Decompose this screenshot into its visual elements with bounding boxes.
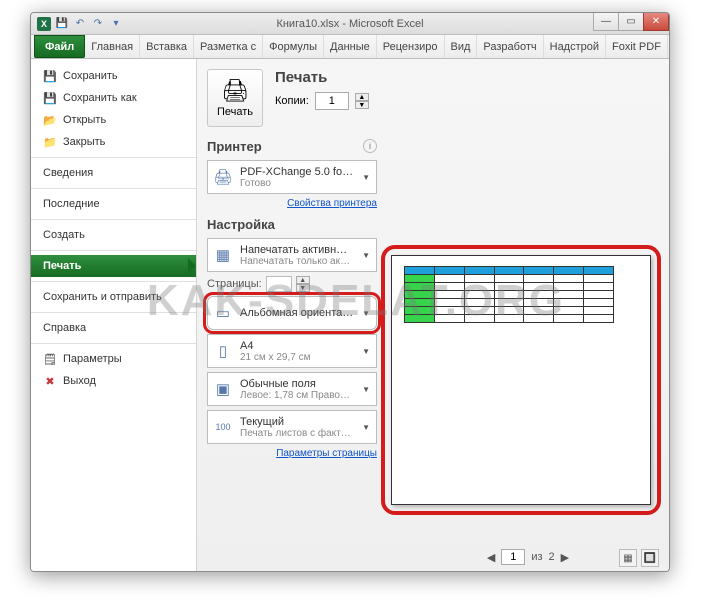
sidebar-options[interactable]: 🗒Параметры (31, 348, 196, 370)
margins-icon: ▣ (212, 378, 234, 400)
tab-data[interactable]: Данные (324, 35, 377, 58)
titlebar: X 💾 ↶ ↷ ▾ Книга10.xlsx - Microsoft Excel… (31, 13, 669, 35)
sheets-icon: ▦ (212, 244, 234, 266)
ribbon-tabs: Файл Главная Вставка Разметка с Формулы … (31, 35, 669, 59)
undo-icon[interactable]: ↶ (73, 17, 87, 31)
page-setup-link[interactable]: Параметры страницы (207, 448, 377, 459)
tab-file[interactable]: Файл (34, 35, 85, 58)
tab-view[interactable]: Вид (445, 35, 478, 58)
paper-size-selector[interactable]: ▯ A421 см x 29,7 см ▼ (207, 334, 377, 368)
options-icon: 🗒 (43, 352, 57, 366)
tab-foxit[interactable]: Foxit PDF (606, 35, 668, 58)
sidebar-close[interactable]: 📁Закрыть (31, 131, 196, 153)
qat-more-icon[interactable]: ▾ (109, 17, 123, 31)
printer-icon: 🖨 (221, 78, 249, 104)
maximize-button[interactable]: ▭ (618, 13, 644, 31)
sidebar-print[interactable]: Печать (31, 255, 196, 277)
sidebar-saveas[interactable]: 💾Сохранить как (31, 87, 196, 109)
tab-formulas[interactable]: Формулы (263, 35, 324, 58)
sidebar-share[interactable]: Сохранить и отправить (31, 286, 196, 308)
save-icon[interactable]: 💾 (55, 17, 69, 31)
page-icon: ▯ (212, 340, 234, 362)
backstage-sidebar: 💾Сохранить 💾Сохранить как 📂Открыть 📁Закр… (31, 59, 197, 571)
sidebar-exit[interactable]: ✖Выход (31, 370, 196, 392)
copies-input[interactable] (315, 92, 349, 110)
save-icon: 💾 (43, 69, 57, 83)
printer-selector[interactable]: 🖨 PDF-XChange 5.0 for ABBYYГотово ▼ (207, 160, 377, 194)
print-button[interactable]: 🖨 Печать (207, 69, 263, 127)
printer-properties-link[interactable]: Свойства принтера (207, 198, 377, 209)
chevron-down-icon: ▼ (360, 173, 372, 182)
close-file-icon: 📁 (43, 135, 57, 149)
open-icon: 📂 (43, 113, 57, 127)
zoom-page-button[interactable]: 🔲 (641, 549, 659, 567)
tab-abbyy[interactable]: ABBYY PDF (668, 35, 670, 58)
printer-small-icon: 🖨 (212, 166, 234, 188)
tab-pagelayout[interactable]: Разметка с (194, 35, 263, 58)
redo-icon[interactable]: ↷ (91, 17, 105, 31)
pager-next[interactable]: ▶ (561, 551, 569, 564)
close-button[interactable]: ✕ (643, 13, 669, 31)
chevron-down-icon: ▼ (360, 347, 372, 356)
tab-review[interactable]: Рецензиро (377, 35, 445, 58)
chevron-down-icon: ▼ (360, 251, 372, 260)
chevron-down-icon: ▼ (360, 385, 372, 394)
scale-icon: 100 (212, 416, 234, 438)
show-margins-button[interactable]: ▦ (619, 549, 637, 567)
settings-heading: Настройка (207, 217, 377, 232)
sidebar-save[interactable]: 💾Сохранить (31, 65, 196, 87)
sidebar-info[interactable]: Сведения (31, 162, 196, 184)
pager-prev[interactable]: ◀ (487, 551, 495, 564)
copies-spinner[interactable]: ▲▼ (355, 93, 369, 109)
sidebar-recent[interactable]: Последние (31, 193, 196, 215)
excel-icon: X (37, 17, 51, 31)
pages-from-input[interactable] (266, 276, 292, 292)
quick-access-toolbar: X 💾 ↶ ↷ ▾ (31, 17, 129, 31)
pager-current[interactable] (501, 549, 525, 565)
orientation-selector[interactable]: ▭ Альбомная ориентация ▼ (207, 296, 377, 330)
save-as-icon: 💾 (43, 91, 57, 105)
preview-page (391, 255, 651, 505)
printer-info-icon[interactable]: i (363, 139, 377, 153)
print-settings-column: 🖨 Печать Печать Копии: ▲▼ i Принте (197, 59, 387, 571)
margins-selector[interactable]: ▣ Обычные поляЛевое: 1,78 см Правое: 1,…… (207, 372, 377, 406)
tab-insert[interactable]: Вставка (140, 35, 194, 58)
print-what-selector[interactable]: ▦ Напечатать активные листыНапечатать то… (207, 238, 377, 272)
scaling-selector[interactable]: 100 ТекущийПечать листов с фактическ… ▼ (207, 410, 377, 444)
pages-label: Страницы: (207, 278, 262, 290)
chevron-down-icon: ▼ (360, 309, 372, 318)
tab-developer[interactable]: Разработч (477, 35, 543, 58)
sidebar-open[interactable]: 📂Открыть (31, 109, 196, 131)
exit-icon: ✖ (43, 374, 57, 388)
chevron-down-icon: ▼ (360, 423, 372, 432)
print-preview-pane: ◀ из 2 ▶ ▦ 🔲 (387, 59, 669, 571)
sidebar-help[interactable]: Справка (31, 317, 196, 339)
preview-table (404, 266, 614, 323)
copies-label: Копии: (275, 95, 309, 107)
minimize-button[interactable]: — (593, 13, 619, 31)
printer-heading: Принтер (207, 139, 377, 154)
tab-addins[interactable]: Надстрой (544, 35, 606, 58)
sidebar-new[interactable]: Создать (31, 224, 196, 246)
app-window: X 💾 ↶ ↷ ▾ Книга10.xlsx - Microsoft Excel… (30, 12, 670, 572)
tab-home[interactable]: Главная (85, 35, 140, 58)
print-heading: Печать (275, 69, 369, 86)
landscape-icon: ▭ (212, 302, 234, 324)
